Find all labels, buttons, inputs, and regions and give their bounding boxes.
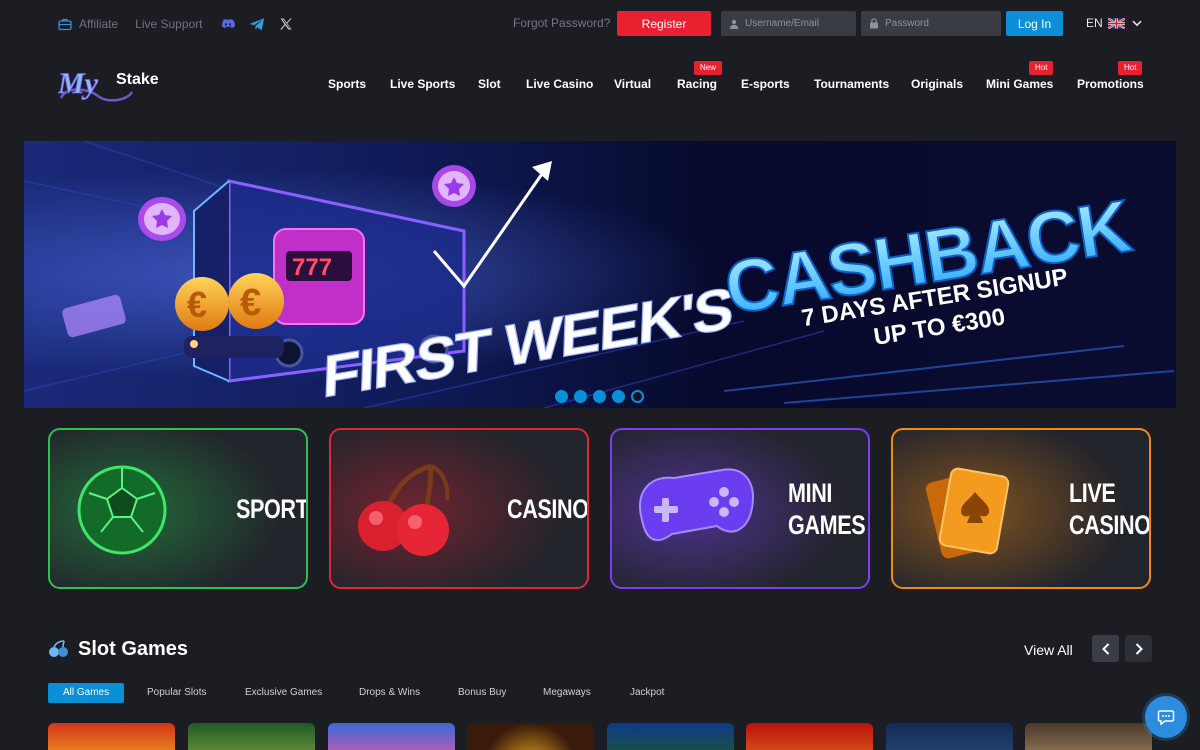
nav-slot[interactable]: Slot [478,77,501,93]
logo-my-text: My [58,67,99,100]
prev-button[interactable] [1092,635,1119,662]
password-input[interactable] [885,18,985,29]
nav-promotions[interactable]: Promotions [1077,77,1144,93]
tab-jackpot[interactable]: Jackpot [630,683,664,703]
nav-originals[interactable]: Originals [911,77,963,93]
game-thumbnail[interactable] [48,723,175,750]
username-field[interactable] [721,11,856,36]
live-support-link[interactable]: Live Support [135,17,202,31]
tab-bonus-buy[interactable]: Bonus Buy [458,683,506,703]
tab-all-games[interactable]: All Games [48,683,125,703]
nav-esports[interactable]: E-sports [741,77,790,93]
mystake-logo[interactable]: My Stake [57,66,170,104]
category-card-sport[interactable]: SPORT [48,428,308,589]
chat-bubble-icon [1157,710,1175,726]
affiliate-link[interactable]: Affiliate [79,17,118,31]
x-twitter-icon[interactable] [278,16,294,32]
category-label: CASINO [1069,510,1151,540]
game-thumbnail[interactable] [607,723,734,750]
hero-banner[interactable]: 777 € € FIRST WEEK'S CASHBACK 7 DAYS AFT… [24,141,1176,408]
euro-coin: € [175,277,229,331]
top-bar: Affiliate Live Support Forgot Password? … [0,0,1200,46]
nav-live-sports[interactable]: Live Sports [390,77,455,93]
logo-mark: My Stake [57,67,159,102]
svg-text:€: € [240,282,261,324]
nav-live-casino[interactable]: Live Casino [526,77,593,93]
game-thumbnail[interactable] [328,723,455,750]
forgot-password-link[interactable]: Forgot Password? [513,16,610,30]
euro-coin: € [228,273,284,329]
carousel-dot[interactable] [612,390,625,403]
svg-text:€: € [187,284,207,325]
password-field[interactable] [861,11,1001,36]
category-card-mini-games[interactable]: MINI GAMES [610,428,870,589]
category-card-casino[interactable]: CASINO [329,428,589,589]
username-input[interactable] [745,18,845,29]
nav-racing[interactable]: Racing [677,77,717,93]
new-badge: New [694,61,723,75]
login-button[interactable]: Log In [1006,11,1063,36]
carousel-dots [555,390,644,403]
logo-stake-text: Stake [116,71,159,88]
hot-badge: Hot [1118,61,1143,75]
slot-777-text: 777 [292,254,332,281]
game-thumbnail[interactable] [886,723,1013,750]
tab-drops-wins[interactable]: Drops & Wins [359,683,420,703]
star-coin [432,165,476,207]
discord-icon[interactable] [220,16,236,32]
nav-virtual[interactable]: Virtual [614,77,651,93]
game-thumbnail[interactable] [188,723,315,750]
category-label: SPORT [236,494,308,524]
category-label: CASINO [507,494,589,524]
carousel-dot[interactable] [593,390,606,403]
carousel-dot[interactable] [555,390,568,403]
top-links: Affiliate Live Support [58,15,294,32]
carousel-dot-active[interactable] [631,390,644,403]
category-label: GAMES [788,510,866,540]
category-label: MINI [788,478,832,508]
cherries-icon [49,640,68,657]
star-coin [138,197,186,241]
nav-mini-games[interactable]: Mini Games [986,77,1053,93]
next-button[interactable] [1125,635,1152,662]
live-chat-button[interactable] [1145,696,1187,738]
briefcase-icon [58,18,72,30]
tab-popular-slots[interactable]: Popular Slots [147,683,206,703]
view-all-link[interactable]: View All [1024,642,1073,658]
category-card-live-casino[interactable]: LIVE CASINO [891,428,1151,589]
chevron-left-icon [1101,642,1109,655]
tab-exclusive-games[interactable]: Exclusive Games [245,683,322,703]
telegram-icon[interactable] [249,16,265,32]
game-thumbnail[interactable] [1025,723,1152,750]
game-thumbnail[interactable] [467,723,594,750]
nav-tournaments[interactable]: Tournaments [814,77,889,93]
slot-tabs: All Games Popular Slots Exclusive Games … [0,683,1200,703]
chevron-right-icon [1135,642,1143,655]
hot-badge: Hot [1029,61,1054,75]
nav-sports[interactable]: Sports [328,77,366,93]
user-icon [729,19,739,29]
chevron-down-icon [1132,20,1142,26]
register-button[interactable]: Register [617,11,711,36]
language-selector[interactable]: EN [1086,16,1142,30]
lock-icon [870,18,878,29]
uk-flag-icon [1107,17,1125,29]
hero-artwork: 777 € € FIRST WEEK'S CASHBACK 7 DAYS AFT… [24,141,1176,408]
section-title: Slot Games [78,638,189,660]
tab-megaways[interactable]: Megaways [543,683,591,703]
game-thumbnail[interactable] [746,723,873,750]
carousel-dot[interactable] [574,390,587,403]
category-label: LIVE [1069,478,1116,508]
language-code: EN [1086,16,1103,30]
